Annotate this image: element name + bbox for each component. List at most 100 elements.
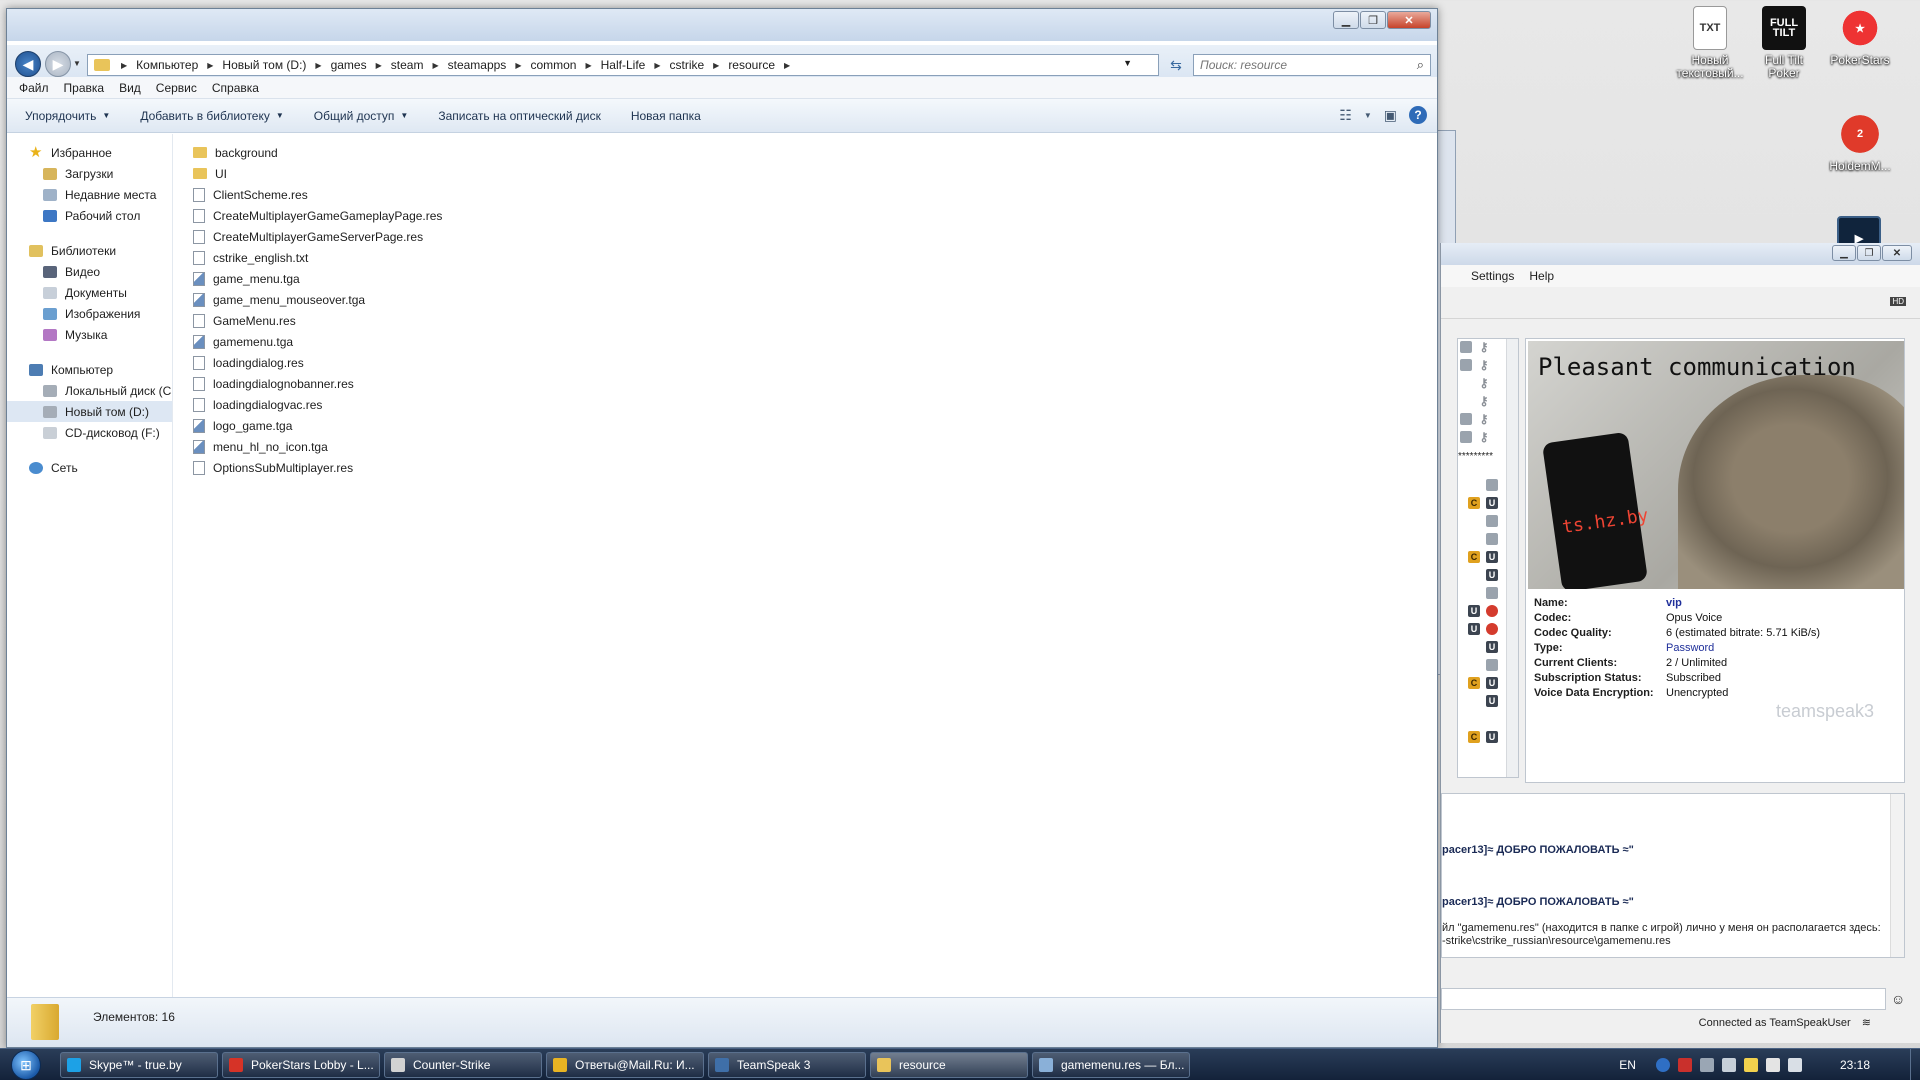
- breadcrumb-item[interactable]: Half-Life ▶: [595, 58, 664, 72]
- menu-help[interactable]: Help: [1529, 269, 1554, 283]
- share-button[interactable]: Общий доступ ▼: [314, 109, 409, 123]
- chat-scrollbar[interactable]: [1890, 794, 1904, 957]
- recent-pages-dropdown[interactable]: ▼: [73, 59, 81, 68]
- back-button[interactable]: ◀: [15, 51, 41, 77]
- minimize-button[interactable]: ▁: [1832, 245, 1856, 261]
- list-item[interactable]: gamemenu.tga: [193, 331, 442, 352]
- nav-libraries[interactable]: Библиотеки: [7, 240, 172, 261]
- help-icon[interactable]: ?: [1409, 106, 1427, 124]
- breadcrumb-root-arrow[interactable]: ▶: [118, 61, 130, 70]
- network-icon[interactable]: [1721, 1058, 1736, 1072]
- nav-item-music[interactable]: Музыка: [7, 324, 172, 345]
- list-item[interactable]: OptionsSubMultiplayer.res: [193, 457, 442, 478]
- maximize-button[interactable]: ❐: [1360, 11, 1386, 29]
- close-button[interactable]: ✕: [1387, 11, 1431, 29]
- menu-view[interactable]: Вид: [119, 81, 141, 95]
- minimize-button[interactable]: ▁: [1333, 11, 1359, 29]
- close-button[interactable]: ✕: [1882, 245, 1912, 261]
- search-input[interactable]: [1200, 58, 1417, 72]
- list-item[interactable]: GameMenu.res: [193, 310, 442, 331]
- list-item[interactable]: game_menu_mouseover.tga: [193, 289, 442, 310]
- desktop-icon-holdem[interactable]: 2 HoldemM...: [1824, 112, 1896, 173]
- address-bar[interactable]: ▶ Компьютер ▶ Новый том (D:) ▶ games ▶ stea…: [87, 54, 1159, 76]
- breadcrumb-item[interactable]: steam ▶: [385, 58, 442, 72]
- clock[interactable]: 23:18: [1840, 1058, 1870, 1072]
- chevron-down-icon[interactable]: ▼: [1364, 111, 1372, 120]
- list-item[interactable]: game_menu.tga: [193, 268, 442, 289]
- list-item[interactable]: cstrike_english.txt: [193, 247, 442, 268]
- explorer-titlebar[interactable]: ▁ ❐ ✕: [7, 9, 1437, 41]
- volume-icon[interactable]: [1787, 1058, 1802, 1072]
- breadcrumb-item[interactable]: games ▶: [325, 58, 385, 72]
- nav-network[interactable]: Сеть: [7, 457, 172, 478]
- add-to-library-button[interactable]: Добавить в библиотеку ▼: [140, 109, 283, 123]
- list-item[interactable]: logo_game.tga: [193, 415, 442, 436]
- tray-app-icon[interactable]: [1655, 1058, 1670, 1072]
- nav-item-documents[interactable]: Документы: [7, 282, 172, 303]
- taskbar-item-explorer[interactable]: resource: [870, 1052, 1028, 1078]
- taskbar-item-teamspeak[interactable]: TeamSpeak 3: [708, 1052, 866, 1078]
- menu-tools[interactable]: Сервис: [156, 81, 197, 95]
- address-history-dropdown[interactable]: ▼: [1123, 58, 1132, 68]
- list-item[interactable]: CreateMultiplayerGameGameplayPage.res: [193, 205, 442, 226]
- search-icon[interactable]: ⌕: [1417, 57, 1424, 73]
- nav-item-drive-d[interactable]: Новый том (D:): [7, 401, 172, 422]
- desktop-icon-pokerstars[interactable]: ★ PokerStars: [1824, 6, 1896, 67]
- maximize-button[interactable]: ❐: [1857, 245, 1881, 261]
- nav-item-images[interactable]: Изображения: [7, 303, 172, 324]
- show-desktop-button[interactable]: [1910, 1049, 1920, 1080]
- organize-button[interactable]: Упорядочить ▼: [25, 109, 110, 123]
- list-item[interactable]: background: [193, 142, 442, 163]
- list-item[interactable]: menu_hl_no_icon.tga: [193, 436, 442, 457]
- teamspeak-titlebar[interactable]: ▁ ❐ ✕: [1441, 243, 1920, 265]
- start-button[interactable]: ⊞: [6, 1049, 46, 1080]
- breadcrumb-item[interactable]: steamapps ▶: [442, 58, 525, 72]
- nav-item-recent[interactable]: Недавние места: [7, 184, 172, 205]
- channel-tree-scrollbar[interactable]: [1506, 339, 1518, 777]
- menu-settings[interactable]: Settings: [1471, 269, 1514, 283]
- chat-tray-icon[interactable]: [1743, 1058, 1758, 1072]
- menu-file[interactable]: Файл: [19, 81, 49, 95]
- list-item[interactable]: CreateMultiplayerGameServerPage.res: [193, 226, 442, 247]
- refresh-button[interactable]: ⇆: [1163, 54, 1189, 76]
- breadcrumb-item[interactable]: cstrike ▶: [663, 58, 722, 72]
- nav-item-downloads[interactable]: Загрузки: [7, 163, 172, 184]
- view-mode-icon[interactable]: ☷: [1339, 107, 1352, 124]
- nav-item-drive-c[interactable]: Локальный диск (C:): [7, 380, 172, 401]
- list-item[interactable]: loadingdialog.res: [193, 352, 442, 373]
- preview-pane-icon[interactable]: ▣: [1384, 107, 1397, 124]
- breadcrumb-item[interactable]: common ▶: [524, 58, 594, 72]
- taskbar-item-counter-strike[interactable]: Counter-Strike: [384, 1052, 542, 1078]
- desktop-icon-text-document[interactable]: TXT Новый текстовый...: [1674, 6, 1746, 80]
- list-item[interactable]: loadingdialognobanner.res: [193, 373, 442, 394]
- nav-favorites[interactable]: ★ Избранное: [7, 142, 172, 163]
- hotkey-icon[interactable]: HD: [1890, 297, 1906, 306]
- new-folder-button[interactable]: Новая папка: [631, 109, 701, 123]
- flag-icon[interactable]: [1765, 1058, 1780, 1072]
- smiley-icon[interactable]: ☺: [1891, 991, 1905, 1007]
- nav-item-desktop[interactable]: Рабочий стол: [7, 205, 172, 226]
- taskbar-item-browser[interactable]: Ответы@Mail.Ru: И...: [546, 1052, 704, 1078]
- text-file-icon: [193, 250, 205, 265]
- burn-disc-button[interactable]: Записать на оптический диск: [438, 109, 601, 123]
- menu-help[interactable]: Справка: [212, 81, 259, 95]
- forward-button[interactable]: ▶: [45, 51, 71, 77]
- list-item[interactable]: loadingdialogvac.res: [193, 394, 442, 415]
- menu-edit[interactable]: Правка: [64, 81, 105, 95]
- taskbar-item-skype[interactable]: Skype™ - true.by: [60, 1052, 218, 1078]
- chat-input[interactable]: [1442, 989, 1885, 1009]
- breadcrumb-item[interactable]: resource ▶: [722, 58, 793, 72]
- list-item[interactable]: ClientScheme.res: [193, 184, 442, 205]
- taskbar-item-notepad[interactable]: gamemenu.res — Бл...: [1032, 1052, 1190, 1078]
- tray-stop-icon[interactable]: [1677, 1058, 1692, 1072]
- steam-icon[interactable]: [1699, 1058, 1714, 1072]
- nav-computer[interactable]: Компьютер: [7, 359, 172, 380]
- language-indicator[interactable]: EN: [1619, 1058, 1636, 1072]
- breadcrumb-item[interactable]: Компьютер ▶: [130, 58, 216, 72]
- list-item[interactable]: UI: [193, 163, 442, 184]
- nav-item-drive-f[interactable]: CD-дисковод (F:): [7, 422, 172, 443]
- nav-item-video[interactable]: Видео: [7, 261, 172, 282]
- desktop-icon-full-tilt-poker[interactable]: FULL TILT Full Tilt Poker: [1748, 6, 1820, 80]
- taskbar-item-pokerstars[interactable]: PokerStars Lobby - L...: [222, 1052, 380, 1078]
- breadcrumb-item[interactable]: Новый том (D:) ▶: [216, 58, 324, 72]
